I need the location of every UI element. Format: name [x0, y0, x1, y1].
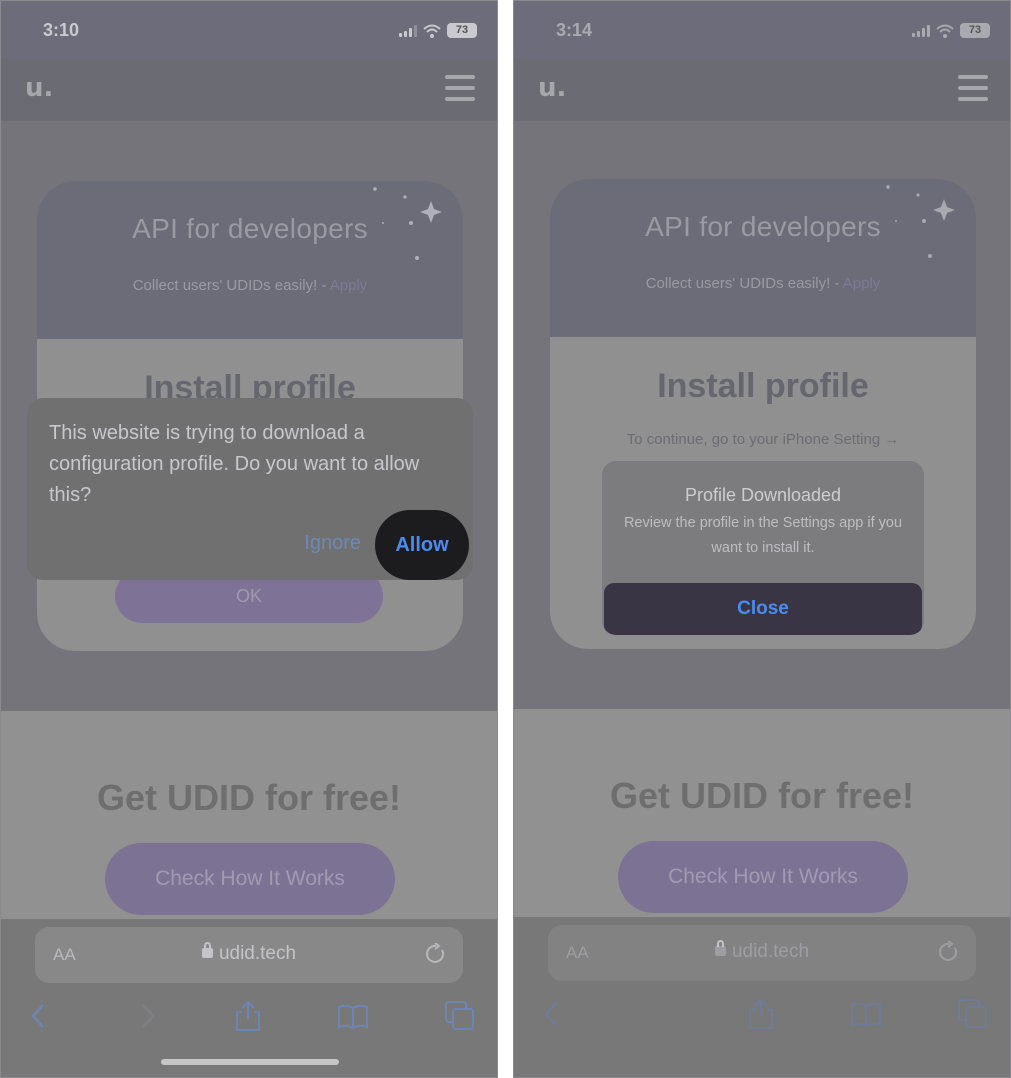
menu-icon[interactable] — [958, 73, 988, 103]
profile-downloaded-alert: Profile Downloaded Review the profile in… — [602, 461, 924, 635]
site-logo[interactable]: u. — [538, 73, 566, 103]
back-icon[interactable] — [23, 999, 57, 1033]
check-how-it-works-button[interactable]: Check How It Works — [618, 841, 908, 913]
promo-section: Get UDID for free! Check How It Works — [1, 711, 497, 919]
reload-icon[interactable] — [938, 941, 960, 963]
install-profile-title: Install profile — [657, 367, 869, 405]
safari-bottom-bar: AA udid.tech — [1, 919, 497, 1077]
card-subtitle: Collect users' UDIDs easily! - Apply — [645, 275, 881, 292]
status-time: 3:10 — [43, 20, 80, 40]
close-button[interactable]: Close — [604, 583, 922, 635]
share-icon[interactable] — [231, 999, 265, 1033]
cellular-signal-icon — [399, 24, 417, 37]
battery-icon: 73 — [447, 23, 477, 38]
site-logo[interactable]: u. — [25, 73, 53, 103]
card-title: API for developers — [132, 213, 368, 244]
address-bar[interactable]: AA udid.tech — [548, 925, 976, 981]
alert-message: This website is trying to download a con… — [49, 422, 420, 506]
battery-icon: 73 — [960, 23, 990, 38]
url-text: udid.tech — [218, 943, 297, 964]
tabs-icon[interactable] — [443, 999, 477, 1033]
ignore-button[interactable]: Ignore — [304, 532, 361, 555]
site-header: u. — [514, 59, 1010, 121]
apply-link[interactable]: Apply — [843, 275, 881, 292]
screenshot-right: 3:14 73 u. API for developers Collect us… — [513, 0, 1011, 1078]
browser-toolbar — [514, 997, 1010, 1037]
safari-bottom-bar: AA udid.tech — [514, 917, 1010, 1077]
alert-message: Review the profile in the Settings app i… — [623, 515, 903, 556]
card-title: API for developers — [645, 211, 881, 242]
status-bar: 3:14 73 — [514, 1, 1010, 59]
promo-title: Get UDID for free! — [609, 775, 915, 816]
forward-icon[interactable] — [129, 999, 163, 1033]
download-profile-alert: This website is trying to download a con… — [27, 398, 473, 580]
url-text: udid.tech — [731, 941, 810, 962]
status-time: 3:14 — [556, 20, 593, 40]
lock-icon — [201, 942, 213, 958]
allow-button[interactable]: Allow — [375, 510, 469, 580]
promo-title: Get UDID for free! — [96, 777, 402, 818]
wifi-icon — [423, 24, 441, 38]
card-subtitle: Collect users' UDIDs easily! - Apply — [132, 277, 368, 294]
reload-icon[interactable] — [425, 943, 447, 965]
wifi-icon — [936, 24, 954, 38]
browser-toolbar — [1, 999, 497, 1039]
tabs-icon[interactable] — [956, 997, 990, 1031]
promo-section: Get UDID for free! Check How It Works — [514, 709, 1010, 917]
apply-link[interactable]: Apply — [330, 277, 368, 294]
bookmarks-icon[interactable] — [849, 997, 883, 1031]
status-bar: 3:10 73 — [1, 1, 497, 59]
share-icon[interactable] — [744, 997, 778, 1031]
bookmarks-icon[interactable] — [336, 999, 370, 1033]
address-bar[interactable]: AA udid.tech — [35, 927, 463, 983]
cellular-signal-icon — [912, 24, 930, 37]
check-how-it-works-button[interactable]: Check How It Works — [105, 843, 395, 915]
site-header: u. — [1, 59, 497, 121]
settings-hint: To continue, go to your iPhone Setting → — [626, 431, 900, 448]
back-icon[interactable] — [536, 997, 570, 1031]
home-indicator — [161, 1059, 339, 1065]
screenshot-left: 3:10 73 u. API for developers Collect us… — [0, 0, 498, 1078]
alert-title: Profile Downloaded — [684, 485, 842, 505]
lock-icon — [714, 940, 726, 956]
menu-icon[interactable] — [445, 73, 475, 103]
